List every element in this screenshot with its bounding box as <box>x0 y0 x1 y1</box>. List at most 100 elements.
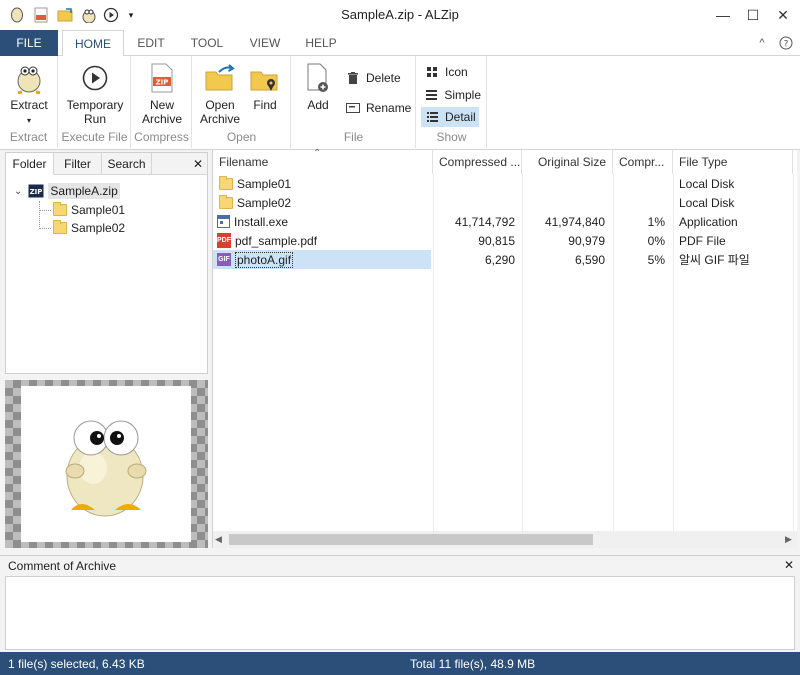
file-name: Sample02 <box>237 195 292 210</box>
title-bar: ▾ SampleA.zip - ALZip — ☐ ✕ <box>0 0 800 30</box>
tree-item-sample01[interactable]: Sample01 <box>53 201 125 219</box>
tree-root-label: SampleA.zip <box>48 183 120 199</box>
column-compressed[interactable]: Compressed ... <box>433 150 522 174</box>
status-bar: 1 file(s) selected, 6.43 KB Total 11 fil… <box>0 652 800 675</box>
tree-line <box>39 210 51 211</box>
compressed-size: 90,815 <box>478 233 515 248</box>
delete-button[interactable]: Delete <box>342 68 412 88</box>
file-type: PDF File <box>679 233 726 248</box>
trash-icon <box>346 71 360 85</box>
gif-icon: GIF <box>217 253 231 266</box>
ratio: 0% <box>647 233 665 248</box>
preview-canvas <box>21 386 191 542</box>
delete-label: Delete <box>366 71 401 85</box>
view-icon-button[interactable]: Icon <box>421 62 481 82</box>
horizontal-scrollbar[interactable]: ◀ ▶ <box>213 531 797 548</box>
open-group-label: Open <box>226 130 257 144</box>
ribbon: Extract ▾ Extract Temporary Run Execute F… <box>0 56 800 150</box>
table-row-selected[interactable]: GIF photoA.gif 6,290 6,590 5% 알씨 GIF 파일 <box>213 250 793 269</box>
maximize-button[interactable]: ☐ <box>738 4 768 26</box>
svg-text:ZIP: ZIP <box>156 79 169 87</box>
file-group-label: File <box>343 130 364 144</box>
extract-group-label: Extract <box>9 130 48 144</box>
folder-pin-icon <box>250 62 280 94</box>
original-size <box>522 174 605 193</box>
table-row[interactable]: PDF pdf_sample.pdf 90,815 90,979 0% PDF F… <box>213 231 793 250</box>
ratio <box>613 174 665 193</box>
ratio: 1% <box>647 214 665 229</box>
simple-label: Simple <box>444 88 481 102</box>
svg-text:?: ? <box>784 40 789 50</box>
view-detail-button[interactable]: Detail <box>421 107 479 127</box>
file-type: 알씨 GIF 파일 <box>679 253 750 267</box>
status-total: Total 11 file(s), 48.9 MB <box>410 657 536 671</box>
file-type: Local Disk <box>679 195 735 210</box>
tree-root[interactable]: ⌄ ZIP SampleA.zip <box>14 182 120 200</box>
tree-line <box>39 201 40 229</box>
panel-close-button[interactable]: ✕ <box>152 153 207 175</box>
view-simple-button[interactable]: Simple <box>421 85 481 105</box>
ribbon-group-execute: Temporary Run Execute File <box>59 56 131 148</box>
extract-dropdown-icon: ▾ <box>26 116 31 125</box>
open-archive-button[interactable]: Open Archive <box>197 62 243 126</box>
minimize-button[interactable]: — <box>708 4 738 26</box>
scroll-right-icon[interactable]: ▶ <box>785 534 792 545</box>
rename-button[interactable]: Rename <box>342 98 412 118</box>
expand-arrow-icon[interactable]: ⌄ <box>14 186 22 197</box>
find-button[interactable]: Find <box>245 62 285 112</box>
compressed-size <box>433 174 515 193</box>
add-label: Add <box>307 98 329 112</box>
compressed-size: 6,290 <box>484 252 515 267</box>
original-size: 90,979 <box>568 233 605 248</box>
compressed-size <box>433 193 515 212</box>
scrollbar-thumb[interactable] <box>229 534 593 545</box>
comment-close-button[interactable]: ✕ <box>784 558 794 572</box>
tree-item-label: Sample02 <box>71 221 126 235</box>
column-original-size[interactable]: Original Size <box>522 150 613 174</box>
comment-textarea[interactable] <box>5 576 795 650</box>
table-row[interactable]: Sample01 Local Disk <box>213 174 793 193</box>
help-icon[interactable]: ? <box>776 30 796 56</box>
folder-icon <box>53 202 67 216</box>
icon-label: Icon <box>445 65 468 79</box>
zip-archive-icon: ZIP <box>28 184 44 198</box>
temporary-run-button[interactable]: Temporary Run <box>63 62 127 126</box>
tree-item-sample02[interactable]: Sample02 <box>53 219 125 237</box>
tab-search[interactable]: Search <box>102 153 152 175</box>
egg-mascot-image <box>65 420 147 517</box>
tab-home[interactable]: HOME <box>62 30 124 57</box>
file-name: pdf_sample.pdf <box>235 233 318 248</box>
new-archive-label: New Archive <box>141 98 182 126</box>
add-button[interactable]: Add <box>298 62 338 112</box>
tab-filter[interactable]: Filter <box>54 153 102 175</box>
close-button[interactable]: ✕ <box>768 4 798 26</box>
extract-button[interactable]: Extract ▾ <box>2 62 56 128</box>
new-archive-button[interactable]: ZIP New Archive <box>136 62 188 126</box>
column-ratio[interactable]: Compr... <box>613 150 673 174</box>
open-archive-label: Open Archive <box>199 98 240 126</box>
tab-tool[interactable]: TOOL <box>180 30 234 56</box>
extract-egg-icon <box>14 62 44 94</box>
column-filename[interactable]: Filename <box>213 150 433 174</box>
comment-title: Comment of Archive <box>8 559 117 573</box>
tab-file[interactable]: FILE <box>0 30 58 56</box>
tab-edit[interactable]: EDIT <box>126 30 176 56</box>
scroll-left-icon[interactable]: ◀ <box>215 534 222 545</box>
ribbon-group-extract: Extract ▾ Extract <box>0 56 58 148</box>
file-list: ⌃ Filename Compressed ... Original Size … <box>212 148 797 548</box>
rename-icon <box>346 101 360 115</box>
image-preview <box>5 380 208 548</box>
tab-help[interactable]: HELP <box>296 30 346 56</box>
tree-item-label: Sample01 <box>71 203 126 217</box>
add-file-icon <box>303 62 333 94</box>
table-row[interactable]: Sample02 Local Disk <box>213 193 793 212</box>
grid-icon <box>425 65 439 79</box>
file-name: Install.exe <box>234 214 289 229</box>
column-file-type[interactable]: File Type <box>673 150 793 174</box>
file-type: Application <box>679 214 738 229</box>
tab-view[interactable]: VIEW <box>238 30 292 56</box>
collapse-ribbon-icon[interactable]: ^ <box>752 30 772 56</box>
table-row[interactable]: Install.exe 41,714,792 41,974,840 1% App… <box>213 212 793 231</box>
ribbon-group-compress: ZIP New Archive Compress <box>132 56 192 148</box>
tab-folder[interactable]: Folder <box>6 153 54 175</box>
